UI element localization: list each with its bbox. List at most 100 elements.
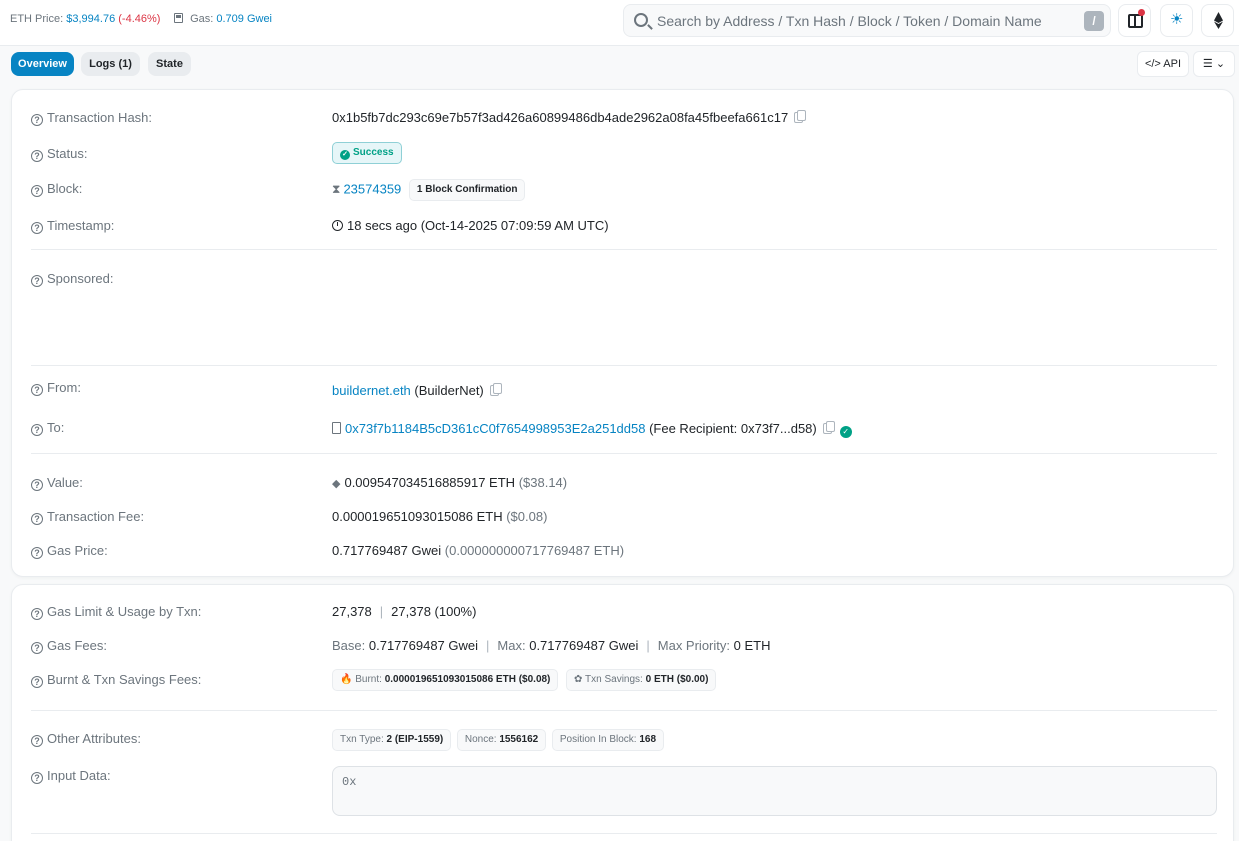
gas-fees-value: Base: 0.717769487 Gwei | Max: 0.717769487 … [332, 638, 771, 653]
help-icon[interactable]: ? [31, 772, 43, 784]
value-usd: ($38.14) [518, 475, 568, 490]
value-label: ? Value: [31, 475, 83, 491]
help-icon[interactable]: ? [31, 384, 43, 396]
divider [31, 365, 1217, 366]
network-button[interactable] [1201, 4, 1234, 37]
search-shortcut-key: / [1084, 11, 1104, 31]
help-icon[interactable]: ? [31, 735, 43, 747]
ethereum-icon [1214, 12, 1223, 29]
savings-icon: ✿ [574, 674, 583, 685]
input-data-textarea[interactable]: 0x [332, 766, 1217, 816]
top-bar: ETH Price: $3,994.76 (-4.46%) Gas: 0.709… [0, 0, 1239, 46]
eth-price-change: (-4.46%) [118, 13, 161, 25]
divider [31, 249, 1217, 250]
search-icon [634, 13, 648, 27]
tx-hash-value: 0x1b5fb7dc293c69e7b57f3ad426a60899486db4… [332, 110, 807, 125]
status-badge: ✓ Success [332, 142, 402, 164]
help-icon[interactable]: ? [31, 114, 43, 126]
tx-hash-text: 0x1b5fb7dc293c69e7b57f3ad426a60899486db4… [332, 110, 789, 125]
savings-badge: ✿ Txn Savings: 0 ETH ($0.00) [566, 669, 717, 691]
copy-icon[interactable] [489, 383, 502, 396]
eth-price-value[interactable]: $3,994.76 [66, 13, 115, 25]
api-button[interactable]: </> API [1137, 51, 1189, 77]
search-bar[interactable]: / [623, 4, 1111, 37]
block-label: ? Block: [31, 181, 82, 197]
status-value: ✓ Success [332, 142, 402, 164]
value-amount: ◆ 0.009547034516885917 ETH ($38.14) [332, 475, 568, 490]
sun-icon: ☀ [1170, 11, 1184, 28]
to-address-link[interactable]: 0x73f7b1184B5cD361cC0f7654998953E2a251dd… [345, 421, 645, 436]
txn-type-badge: Txn Type: 2 (EIP-1559) [332, 729, 452, 751]
notification-dot [1138, 9, 1145, 16]
timestamp-label: ? Timestamp: [31, 218, 114, 234]
help-icon[interactable]: ? [31, 275, 43, 287]
from-address-link[interactable]: buildernet.eth [332, 383, 411, 398]
help-icon[interactable]: ? [31, 150, 43, 162]
status-label: ? Status: [31, 146, 87, 162]
sponsored-label: ? Sponsored: [31, 271, 114, 287]
block-confirmation-badge: 1 Block Confirmation [408, 179, 526, 201]
to-tag: (Fee Recipient: 0x73f7...d58) [649, 421, 817, 436]
clock-icon [332, 220, 343, 231]
transaction-fee-label: ? Transaction Fee: [31, 509, 144, 525]
gas-price-label: ? Gas Price: [31, 543, 108, 559]
divider [31, 453, 1217, 454]
search-input[interactable] [657, 7, 1077, 34]
check-circle-icon: ✓ [340, 150, 350, 160]
help-icon[interactable]: ? [31, 222, 43, 234]
gas-limit-value: 27,378 | 27,378 (100%) [332, 604, 477, 619]
burnt-fees-label: ? Burnt & Txn Savings Fees: [31, 672, 201, 688]
help-icon[interactable]: ? [31, 608, 43, 620]
from-label: ? From: [31, 380, 81, 396]
timestamp-value: 18 secs ago (Oct-14-2025 07:09:59 AM UTC… [332, 218, 609, 233]
gas-fees-label: ? Gas Fees: [31, 638, 107, 654]
to-label: ? To: [31, 420, 64, 436]
theme-toggle-button[interactable]: ☀ [1160, 4, 1193, 37]
gas-price-indicator: Gas: 0.709 Gwei [174, 13, 272, 25]
help-icon[interactable]: ? [31, 513, 43, 525]
help-icon[interactable]: ? [31, 185, 43, 197]
eth-price-label: ETH Price: [10, 13, 64, 25]
from-tag: (BuilderNet) [414, 383, 484, 398]
help-icon[interactable]: ? [31, 676, 43, 688]
tab-state[interactable]: State [148, 52, 191, 76]
copy-icon[interactable] [822, 421, 835, 434]
tab-overview[interactable]: Overview [11, 52, 74, 76]
help-icon[interactable]: ? [31, 547, 43, 559]
to-value: 0x73f7b1184B5cD361cC0f7654998953E2a251dd… [332, 421, 852, 438]
gas-price-value: 0.717769487 Gwei (0.000000000717769487 E… [332, 543, 625, 558]
gas-limit-label: ? Gas Limit & Usage by Txn: [31, 604, 201, 620]
help-icon[interactable]: ? [31, 479, 43, 491]
gas-pump-icon [174, 13, 183, 23]
nonce-badge: Nonce: 1556162 [456, 729, 547, 751]
gas-label: Gas: [190, 13, 214, 25]
position-badge: Position In Block: 168 [551, 729, 665, 751]
divider [31, 833, 1217, 834]
help-icon[interactable]: ? [31, 642, 43, 654]
ethereum-icon: ◆ [332, 478, 341, 490]
verified-check-icon: ✓ [839, 426, 852, 438]
fire-icon: 🔥 [340, 674, 353, 685]
hourglass-icon: ⧗ [332, 182, 341, 197]
from-value: buildernet.eth (BuilderNet) [332, 383, 502, 398]
divider [31, 710, 1217, 711]
block-value: ⧗ 23574359 1 Block Confirmation [332, 179, 526, 201]
other-attributes-label: ? Other Attributes: [31, 731, 141, 747]
more-details-card: ? Gas Limit & Usage by Txn: 27,378 | 27,378… [11, 584, 1234, 841]
transaction-details-card: ? Transaction Hash: 0x1b5fb7dc293c69e7b57… [11, 89, 1234, 577]
fee-usd: ($0.08) [506, 509, 548, 524]
burnt-fees-value: 🔥 Burnt: 0.000019651093015086 ETH ($0.08… [332, 669, 717, 691]
more-options-button[interactable]: ☰ ⌄ [1193, 51, 1235, 77]
book-icon [1128, 14, 1143, 28]
block-number-link[interactable]: 23574359 [343, 181, 401, 196]
transaction-fee-value: 0.000019651093015086 ETH ($0.08) [332, 509, 548, 524]
help-icon[interactable]: ? [31, 424, 43, 436]
copy-icon[interactable] [794, 110, 807, 123]
eth-price: ETH Price: $3,994.76 (-4.46%) [10, 13, 160, 25]
other-attributes-value: Txn Type: 2 (EIP-1559) Nonce: 1556162 Po… [332, 729, 665, 751]
burnt-badge: 🔥 Burnt: 0.000019651093015086 ETH ($0.08… [332, 669, 559, 691]
tab-logs[interactable]: Logs (1) [81, 52, 140, 76]
gas-value[interactable]: 0.709 Gwei [216, 13, 272, 25]
read-button[interactable] [1118, 4, 1151, 37]
contract-icon [332, 422, 341, 434]
